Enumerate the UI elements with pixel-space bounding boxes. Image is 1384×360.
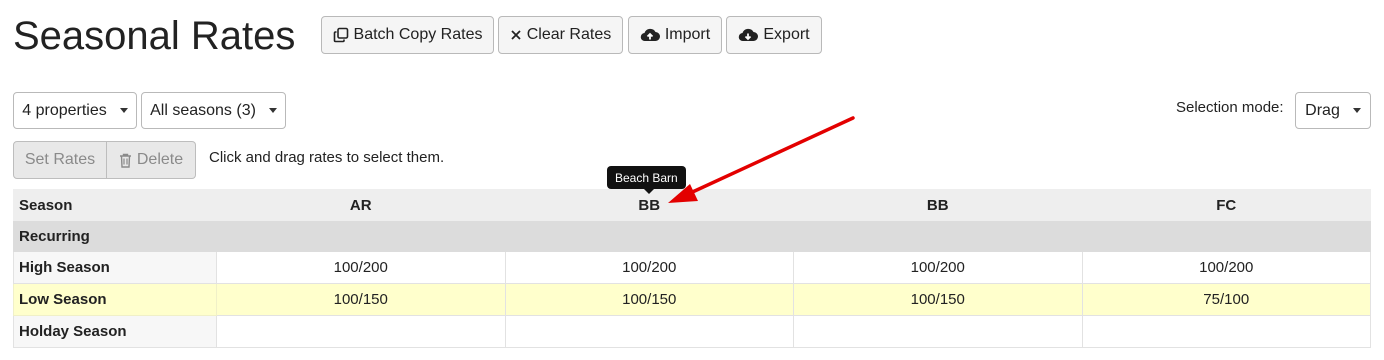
rate-cell[interactable]: 100/200 xyxy=(793,251,1083,284)
season-name: High Season xyxy=(13,251,217,284)
delete-label: Delete xyxy=(136,151,184,168)
import-label: Import xyxy=(664,26,711,43)
import-button[interactable]: Import xyxy=(628,16,722,54)
properties-dropdown-label: 4 properties xyxy=(22,101,107,119)
export-button[interactable]: Export xyxy=(726,16,822,54)
group-row-recurring: Recurring xyxy=(13,220,1371,252)
export-label: Export xyxy=(763,26,810,43)
rate-cell[interactable]: 75/100 xyxy=(1081,283,1371,316)
column-header-ar[interactable]: AR xyxy=(216,189,506,221)
rate-cell[interactable] xyxy=(793,315,1083,348)
rate-cell[interactable]: 100/150 xyxy=(216,283,506,316)
x-icon xyxy=(510,29,522,41)
trash-icon xyxy=(119,153,132,168)
annotation-arrow xyxy=(668,116,855,203)
table-row: High Season 100/200 100/200 100/200 100/… xyxy=(13,251,1371,284)
batch-copy-rates-button[interactable]: Batch Copy Rates xyxy=(321,16,494,54)
group-label: Recurring xyxy=(13,220,1371,252)
seasons-dropdown[interactable]: All seasons (3) xyxy=(141,92,286,129)
table-row: Holday Season xyxy=(13,315,1371,348)
rate-cell[interactable]: 100/200 xyxy=(1081,251,1371,284)
set-rates-label: Set Rates xyxy=(24,151,96,168)
set-rates-button[interactable]: Set Rates xyxy=(13,141,107,179)
table-row: Low Season 100/150 100/150 100/150 75/10… xyxy=(13,283,1371,316)
season-name: Low Season xyxy=(13,283,217,316)
caret-down-icon xyxy=(268,108,277,113)
season-column-header: Season xyxy=(13,189,217,221)
properties-dropdown[interactable]: 4 properties xyxy=(13,92,137,129)
cloud-upload-icon xyxy=(640,27,660,43)
copy-icon xyxy=(333,27,349,43)
selection-hint: Click and drag rates to select them. xyxy=(209,149,445,166)
rates-table: Season AR BB BB FC Recurring High Season… xyxy=(13,189,1371,348)
rate-cell[interactable] xyxy=(216,315,506,348)
seasons-dropdown-label: All seasons (3) xyxy=(150,101,256,119)
column-header-fc[interactable]: FC xyxy=(1081,189,1371,221)
delete-button[interactable]: Delete xyxy=(107,141,196,179)
clear-rates-label: Clear Rates xyxy=(526,26,612,43)
rate-cell[interactable]: 100/150 xyxy=(504,283,794,316)
page-title: Seasonal Rates xyxy=(13,14,296,58)
rate-cell[interactable]: 100/150 xyxy=(793,283,1083,316)
selection-mode-value: Drag xyxy=(1305,101,1340,119)
selection-mode-label: Selection mode: xyxy=(1176,99,1284,116)
caret-down-icon xyxy=(119,108,128,113)
caret-down-icon xyxy=(1352,108,1361,113)
rate-cell[interactable]: 100/200 xyxy=(216,251,506,284)
cloud-download-icon xyxy=(738,27,759,43)
selection-mode-dropdown[interactable]: Drag xyxy=(1295,92,1371,129)
rate-cell[interactable]: 100/200 xyxy=(504,251,794,284)
batch-copy-rates-label: Batch Copy Rates xyxy=(353,26,483,43)
rate-cell[interactable] xyxy=(504,315,794,348)
clear-rates-button[interactable]: Clear Rates xyxy=(498,16,623,54)
season-name: Holday Season xyxy=(13,315,217,348)
rate-cell[interactable] xyxy=(1081,315,1371,348)
